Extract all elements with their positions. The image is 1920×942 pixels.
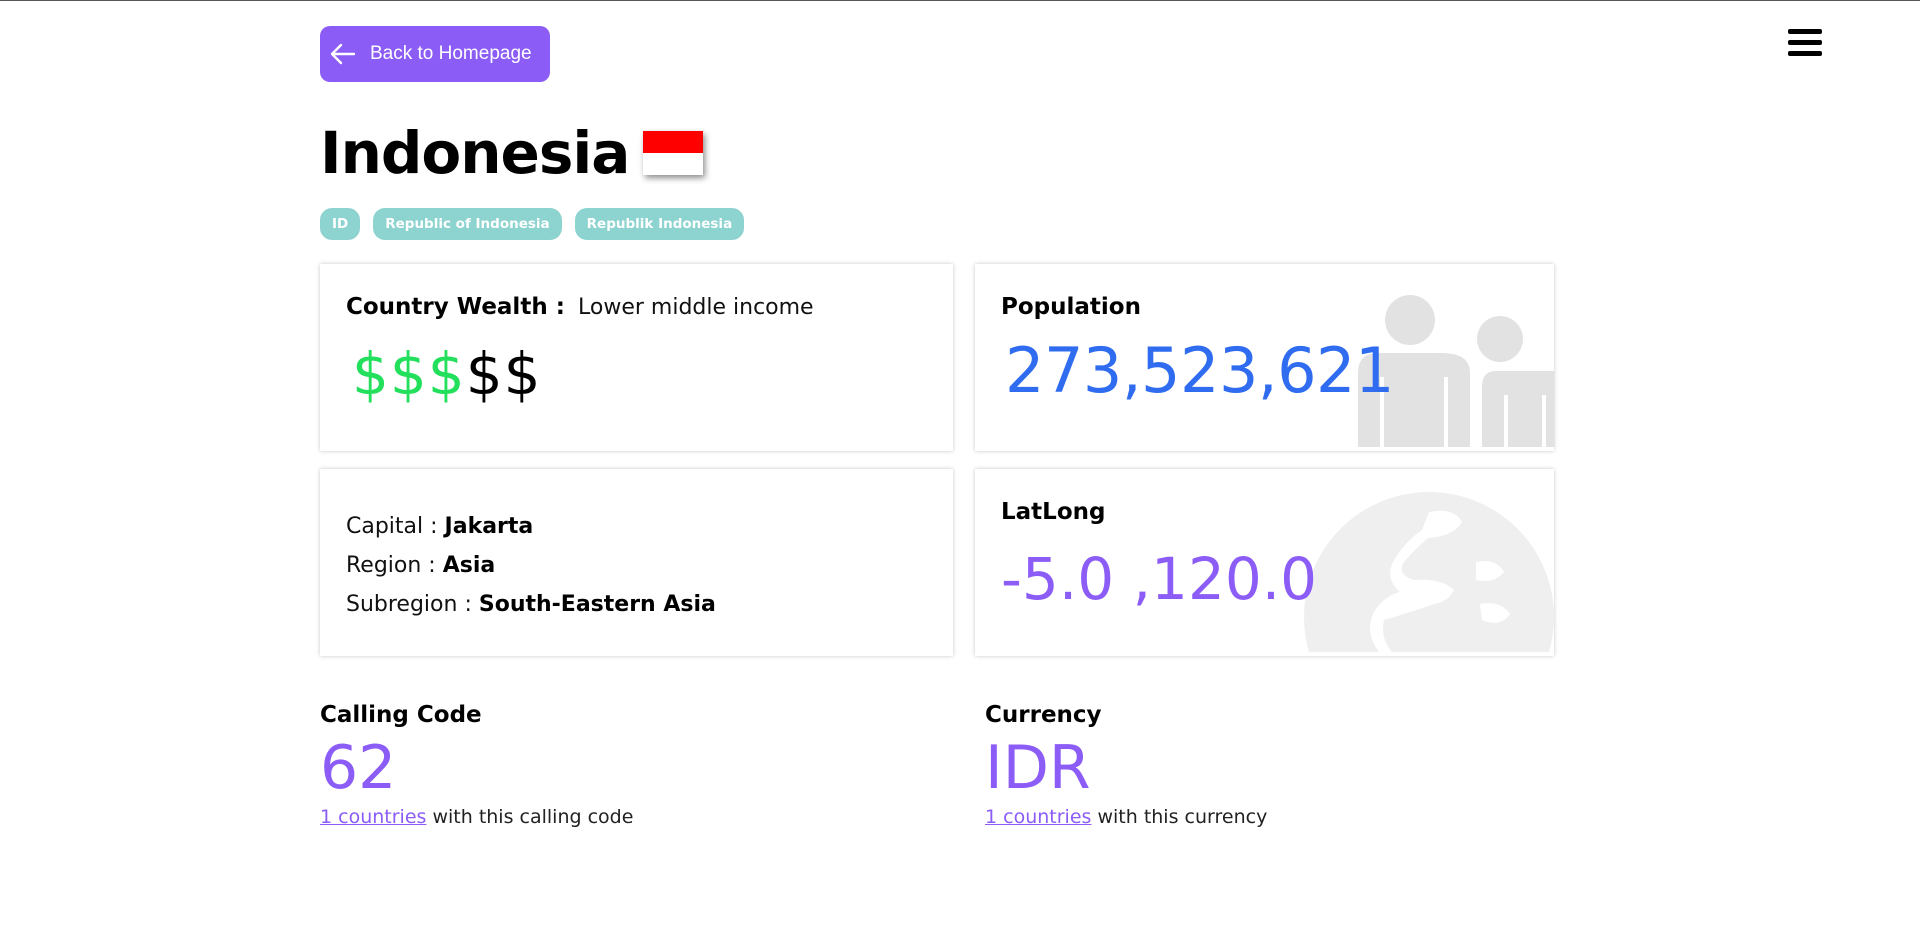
country-detail-page: Back to Homepage Indonesia ID Republic o… (320, 26, 1554, 828)
wealth-rating-empty: $$ (465, 340, 542, 408)
calling-code-value: 62 (320, 733, 397, 803)
currency-value: IDR (985, 733, 1091, 803)
currency-suffix: with this currency (1097, 806, 1268, 828)
back-button-label: Back to Homepage (370, 43, 532, 64)
calling-code-suffix: with this calling code (432, 806, 634, 828)
region-row: Region : Asia (346, 546, 927, 585)
region-label: Region : (346, 553, 436, 578)
capital-region-card: Capital : Jakarta Region : Asia Subregio… (320, 469, 953, 656)
hamburger-menu-icon[interactable] (1788, 29, 1822, 59)
back-to-homepage-button[interactable]: Back to Homepage (320, 26, 550, 82)
country-header: Indonesia (320, 118, 1552, 188)
wealth-value: Lower middle income (578, 295, 814, 320)
badge-code: ID (320, 208, 361, 240)
latlong-value: -5.0 ,120.0 (1001, 545, 1318, 613)
capital-row: Capital : Jakarta (346, 507, 927, 546)
country-flag (643, 131, 704, 175)
capital-label: Capital : (346, 514, 438, 539)
region-value: Asia (442, 553, 496, 578)
arrow-left-icon (330, 43, 356, 65)
badge-official-name: Republic of Indonesia (373, 208, 562, 240)
population-value: 273,523,621 (1005, 334, 1394, 407)
currency-block: Currency IDR 1 countries with this curre… (985, 702, 1485, 828)
flag-white-stripe (643, 153, 704, 175)
population-card: Population 273,523,621 (975, 264, 1554, 451)
wealth-card: Country Wealth : Lower middle income $$$… (320, 264, 953, 451)
currency-note: 1 countries with this currency (985, 806, 1485, 828)
currency-label: Currency (985, 702, 1102, 728)
codes-section: Calling Code 62 1 countries with this ca… (320, 702, 1552, 828)
capital-region-list: Capital : Jakarta Region : Asia Subregio… (346, 507, 927, 624)
subregion-row: Subregion : South-Eastern Asia (346, 585, 927, 624)
latlong-card: LatLong -5.0 ,120.0 (975, 469, 1554, 656)
calling-code-label: Calling Code (320, 702, 482, 728)
info-cards: Country Wealth : Lower middle income $$$… (320, 264, 1554, 656)
flag-red-stripe (643, 131, 704, 153)
wealth-label: Country Wealth : (346, 294, 565, 320)
capital-value: Jakarta (444, 514, 534, 539)
page-title: Indonesia (320, 119, 630, 187)
calling-code-block: Calling Code 62 1 countries with this ca… (320, 702, 985, 828)
badge-native-name: Republik Indonesia (574, 208, 745, 240)
calling-code-note: 1 countries with this calling code (320, 806, 985, 828)
wealth-rating-filled: $$$ (352, 340, 466, 408)
subregion-label: Subregion : (346, 592, 472, 617)
currency-countries-link[interactable]: 1 countries (985, 806, 1091, 828)
calling-code-countries-link[interactable]: 1 countries (320, 806, 426, 828)
wealth-rating: $$$$$ (352, 340, 927, 408)
country-badges: ID Republic of Indonesia Republik Indone… (320, 208, 1552, 240)
subregion-value: South-Eastern Asia (478, 592, 716, 617)
